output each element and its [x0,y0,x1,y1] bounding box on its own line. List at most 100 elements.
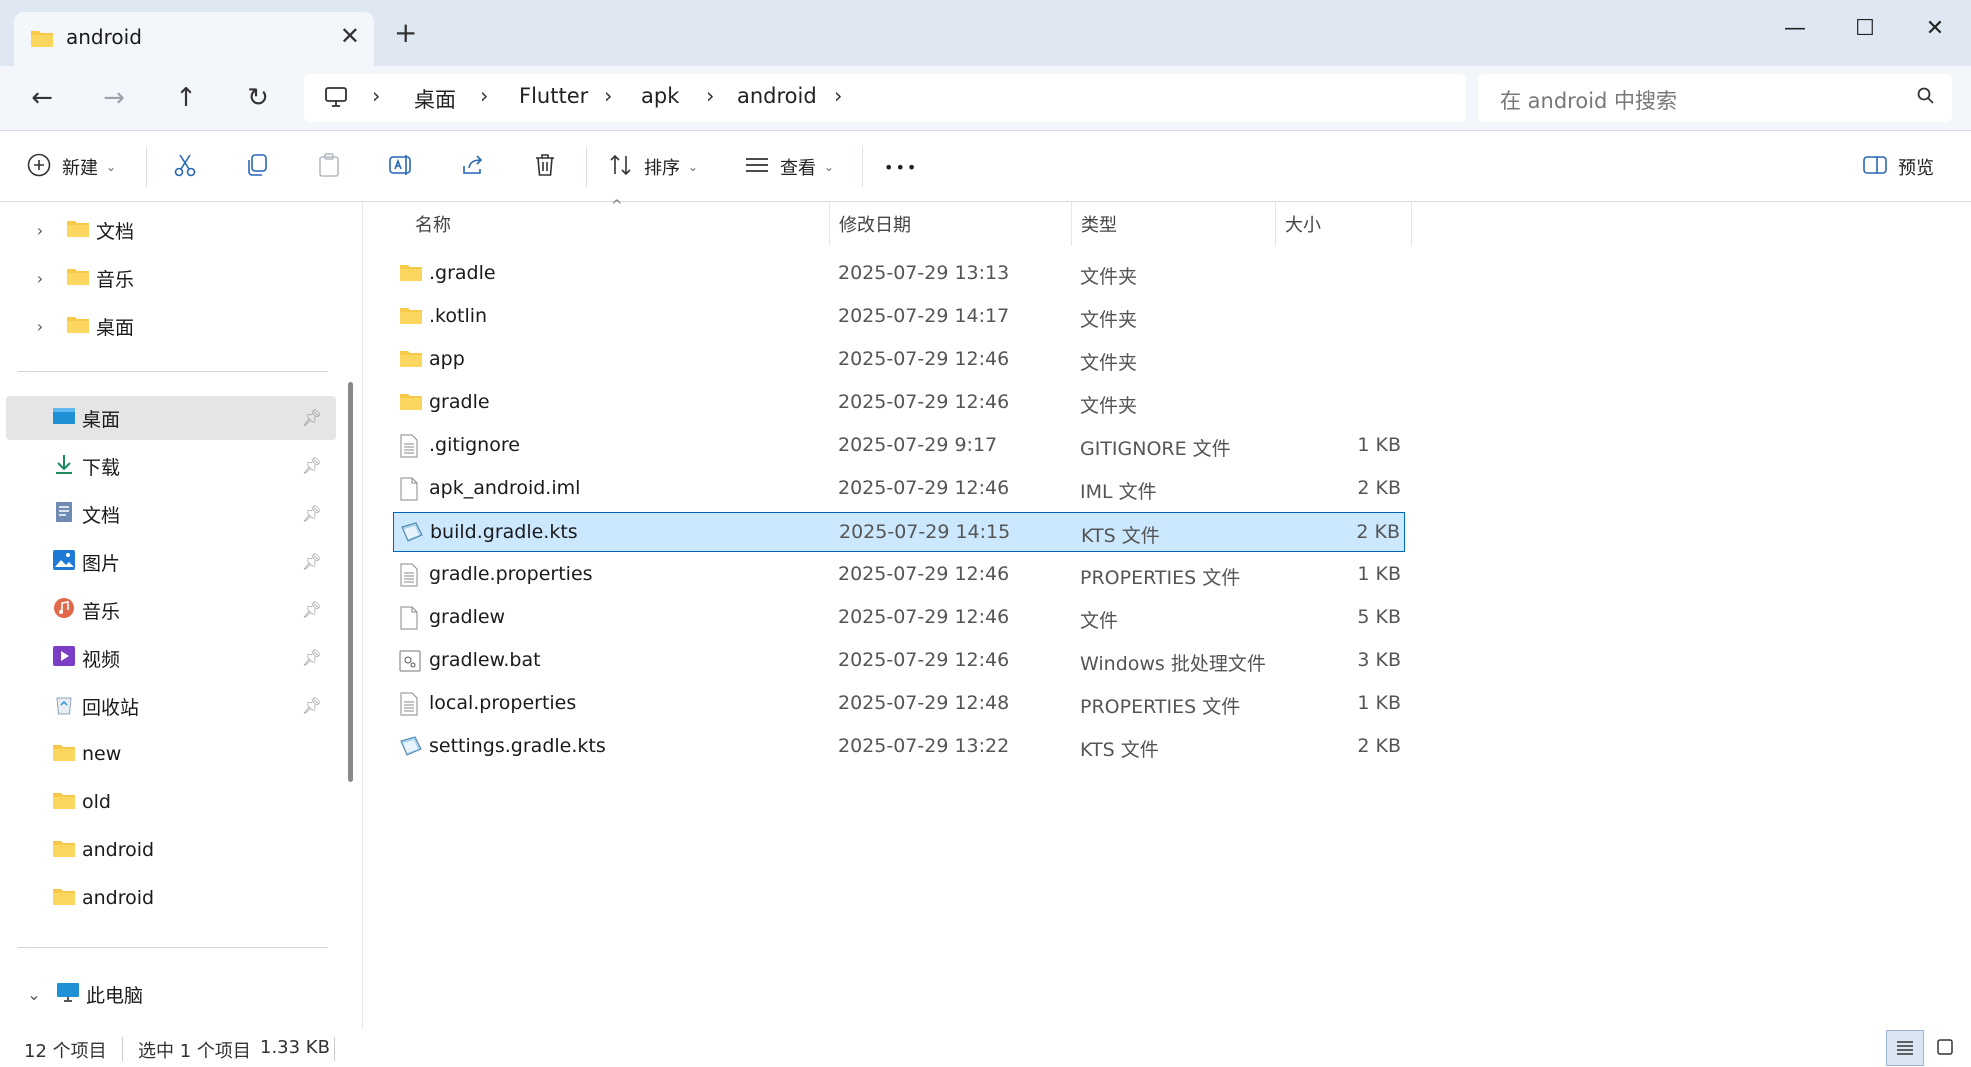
file-list: 名称 ^ 修改日期 类型 大小 .gradle 2025-07-29 13:13 文… [362,198,1971,1029]
search-input[interactable]: 在 android 中搜索 [1500,85,1677,115]
breadcrumb-separator-icon[interactable]: › [706,84,714,108]
address-bar[interactable]: › 桌面 › Flutter › apk › android › [304,74,1466,122]
breadcrumb-desktop[interactable]: 桌面 [414,84,456,114]
folder-icon [399,348,423,373]
tab-close-button[interactable]: ✕ [340,22,360,50]
column-header-size[interactable]: 大小 [1285,202,1385,246]
chevron-right-icon[interactable]: › [28,317,52,336]
new-button[interactable]: 新建 ⌄ [26,147,116,187]
file-row[interactable]: gradle.properties 2025-07-29 12:46 PROPERT… [393,555,1405,595]
item-count: 12 个项目 [24,1041,107,1062]
copy-button[interactable] [244,147,270,187]
maximize-button[interactable]: ☐ [1830,8,1900,48]
cut-button[interactable] [172,147,198,187]
chevron-right-icon[interactable]: › [28,221,52,240]
file-row[interactable]: apk_android.iml 2025-07-29 12:46 IML 文件 2 K… [393,469,1405,509]
sidebar-scrollbar[interactable] [348,382,353,782]
sidebar-item-music[interactable]: 音乐 📌︎ [6,588,336,632]
view-button-label: 查看 [780,158,816,179]
breadcrumb-separator-icon[interactable]: › [480,84,488,108]
toolbar-divider [146,147,147,187]
sidebar-item-pictures[interactable]: 图片 📌︎ [6,540,336,584]
sidebar-item-desktop-tree[interactable]: › 桌面 [6,304,336,348]
paste-icon [316,152,342,183]
sidebar-item-old[interactable]: old [6,780,336,824]
sidebar-item-new[interactable]: new [6,732,336,776]
chevron-right-icon[interactable]: › [28,269,52,288]
file-date: 2025-07-29 12:46 [838,391,1010,413]
sidebar-item-this-pc[interactable]: ⌄ 此电脑 [6,972,336,1016]
file-date: 2025-07-29 12:46 [838,649,1010,671]
sidebar-item-downloads[interactable]: 下载 📌︎ [6,444,336,488]
file-row[interactable]: .kotlin 2025-07-29 14:17 文件夹 [393,297,1405,337]
column-divider[interactable] [1275,202,1276,246]
breadcrumb-separator-icon[interactable]: › [372,84,380,108]
column-header-type[interactable]: 类型 [1081,202,1261,246]
chevron-down-icon[interactable]: ⌄ [22,985,46,1004]
tiles-view-button[interactable] [1926,1030,1964,1066]
file-row[interactable]: gradlew.bat 2025-07-29 12:46 Windows 批处理文件… [393,641,1405,681]
sidebar-item-documents[interactable]: 文档 📌︎ [6,492,336,536]
share-button[interactable] [460,147,486,187]
paste-button[interactable] [316,147,342,187]
pin-icon[interactable]: 📌︎ [302,504,322,523]
share-icon [460,152,486,183]
breadcrumb-flutter[interactable]: Flutter [519,84,588,108]
up-button[interactable]: ↑ [162,78,210,118]
view-button[interactable]: 查看 ⌄ [744,147,834,187]
column-header-name[interactable]: 名称 [415,202,715,246]
sidebar-item-desktop[interactable]: 桌面 📌︎ [6,396,336,440]
column-divider[interactable] [1071,202,1072,246]
details-view-button[interactable] [1886,1030,1924,1066]
search-icon[interactable] [1916,86,1936,110]
folder-icon [52,838,76,863]
file-name: .kotlin [429,305,488,327]
sidebar-item-android[interactable]: android [6,876,336,920]
sidebar-item-videos[interactable]: 视频 📌︎ [6,636,336,680]
file-row[interactable]: gradlew 2025-07-29 12:46 文件 5 KB [393,598,1405,638]
file-row[interactable]: .gradle 2025-07-29 13:13 文件夹 [393,254,1405,294]
more-options-button[interactable]: ••• [884,147,918,187]
minimize-button[interactable]: — [1760,8,1830,48]
status-divider [334,1037,335,1061]
file-date: 2025-07-29 12:46 [838,348,1010,370]
sidebar-item-android[interactable]: android [6,828,336,872]
back-button[interactable]: ← [18,78,66,118]
sidebar-item-music-tree[interactable]: › 音乐 [6,256,336,300]
computer-icon[interactable] [324,86,348,112]
file-row[interactable]: build.gradle.kts 2025-07-29 14:15 KTS 文件 2 … [393,512,1405,552]
sidebar-item-recycle-bin[interactable]: 回收站 📌︎ [6,684,336,728]
file-row[interactable]: local.properties 2025-07-29 12:48 PROPERTI… [393,684,1405,724]
tab-android[interactable]: android ✕ [14,12,374,66]
sort-button[interactable]: 排序 ⌄ [608,147,698,187]
column-header-date[interactable]: 修改日期 [839,202,1039,246]
pin-icon[interactable]: 📌︎ [302,696,322,715]
delete-button[interactable] [532,147,558,187]
breadcrumb-android[interactable]: android [737,84,817,108]
close-window-button[interactable]: ✕ [1900,8,1970,48]
file-row[interactable]: app 2025-07-29 12:46 文件夹 [393,340,1405,380]
pin-icon[interactable]: 📌︎ [302,600,322,619]
column-divider[interactable] [829,202,830,246]
pin-icon[interactable]: 📌︎ [302,456,322,475]
breadcrumb-apk[interactable]: apk [641,84,679,108]
pin-icon[interactable]: 📌︎ [302,408,322,427]
file-date: 2025-07-29 12:46 [838,477,1010,499]
file-row[interactable]: .gitignore 2025-07-29 9:17 GITIGNORE 文件 1 K… [393,426,1405,466]
new-tab-button[interactable]: + [394,16,417,49]
file-row[interactable]: settings.gradle.kts 2025-07-29 13:22 KTS 文… [393,727,1405,767]
search-box[interactable]: 在 android 中搜索 [1478,74,1952,122]
sidebar-item-documents-tree[interactable]: › 文档 [6,208,336,252]
pin-icon[interactable]: 📌︎ [302,648,322,667]
breadcrumb-separator-icon[interactable]: › [604,84,612,108]
pin-icon[interactable]: 📌︎ [302,552,322,571]
file-date: 2025-07-29 13:13 [838,262,1010,284]
breadcrumb-separator-icon[interactable]: › [834,84,842,108]
forward-button[interactable]: → [90,78,138,118]
preview-pane-button[interactable]: 预览 [1862,147,1934,187]
column-divider[interactable] [1411,202,1412,246]
refresh-button[interactable]: ↻ [234,78,282,118]
file-name: gradle.properties [429,563,593,585]
rename-button[interactable] [388,147,414,187]
file-row[interactable]: gradle 2025-07-29 12:46 文件夹 [393,383,1405,423]
